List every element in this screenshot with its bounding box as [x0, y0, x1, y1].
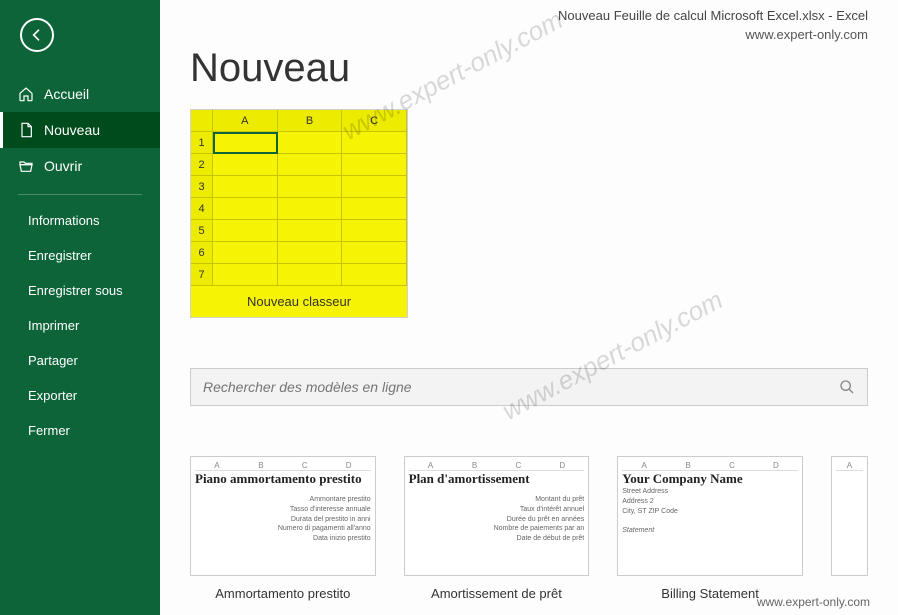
nav-export[interactable]: Exporter	[0, 378, 160, 413]
template-gallery: ABCD Piano ammortamento prestito Ammonta…	[190, 456, 868, 601]
watermark-url-bottom: www.expert-only.com	[757, 595, 870, 609]
nav-label: Enregistrer	[28, 248, 92, 263]
file-icon	[18, 122, 34, 138]
template-tile-partial[interactable]: A	[831, 456, 868, 601]
nav-info[interactable]: Informations	[0, 203, 160, 238]
main-content: Nouveau Feuille de calcul Microsoft Exce…	[160, 0, 898, 615]
nav-label: Imprimer	[28, 318, 79, 333]
template-tile-billing[interactable]: ABCD Your Company Name Street Address Ad…	[617, 456, 803, 601]
template-label: Ammortamento prestito	[190, 586, 376, 601]
blank-workbook-preview: A B C 1 2 3 4 5 6 7	[191, 110, 407, 286]
search-icon[interactable]	[839, 379, 855, 395]
nav-label: Nouveau	[44, 122, 100, 138]
nav-label: Informations	[28, 213, 100, 228]
template-label: Amortissement de prêt	[404, 586, 590, 601]
nav-label: Exporter	[28, 388, 77, 403]
nav-label: Ouvrir	[44, 158, 82, 174]
template-thumb: ABCD Your Company Name Street Address Ad…	[617, 456, 803, 576]
template-thumb: A	[831, 456, 868, 576]
new-blank-workbook-label: Nouveau classeur	[191, 286, 407, 317]
template-thumb: ABCD Plan d'amortissement Montant du prê…	[404, 456, 590, 576]
nav-divider	[18, 194, 142, 195]
nav-home[interactable]: Accueil	[0, 76, 160, 112]
back-button[interactable]	[20, 18, 54, 52]
backstage-sidebar: Accueil Nouveau Ouvrir Informations Enre…	[0, 0, 160, 615]
nav-label: Enregistrer sous	[28, 283, 123, 298]
nav-open[interactable]: Ouvrir	[0, 148, 160, 184]
template-tile-amortissement[interactable]: ABCD Plan d'amortissement Montant du prê…	[404, 456, 590, 601]
template-search[interactable]	[190, 368, 868, 406]
nav-print[interactable]: Imprimer	[0, 308, 160, 343]
watermark-url-top: www.expert-only.com	[190, 27, 868, 42]
nav-label: Partager	[28, 353, 78, 368]
template-search-input[interactable]	[203, 379, 839, 395]
nav-share[interactable]: Partager	[0, 343, 160, 378]
new-blank-workbook-tile[interactable]: A B C 1 2 3 4 5 6 7 Nouveau classeur	[190, 109, 408, 318]
template-tile-ammortamento[interactable]: ABCD Piano ammortamento prestito Ammonta…	[190, 456, 376, 601]
nav-label: Accueil	[44, 86, 89, 102]
template-thumb: ABCD Piano ammortamento prestito Ammonta…	[190, 456, 376, 576]
page-title: Nouveau	[190, 46, 868, 91]
nav-save[interactable]: Enregistrer	[0, 238, 160, 273]
nav-save-as[interactable]: Enregistrer sous	[0, 273, 160, 308]
back-arrow-icon	[29, 27, 45, 43]
nav-close[interactable]: Fermer	[0, 413, 160, 448]
nav-new[interactable]: Nouveau	[0, 112, 160, 148]
window-title: Nouveau Feuille de calcul Microsoft Exce…	[190, 0, 868, 23]
home-icon	[18, 86, 34, 102]
nav-label: Fermer	[28, 423, 70, 438]
folder-open-icon	[18, 158, 34, 174]
